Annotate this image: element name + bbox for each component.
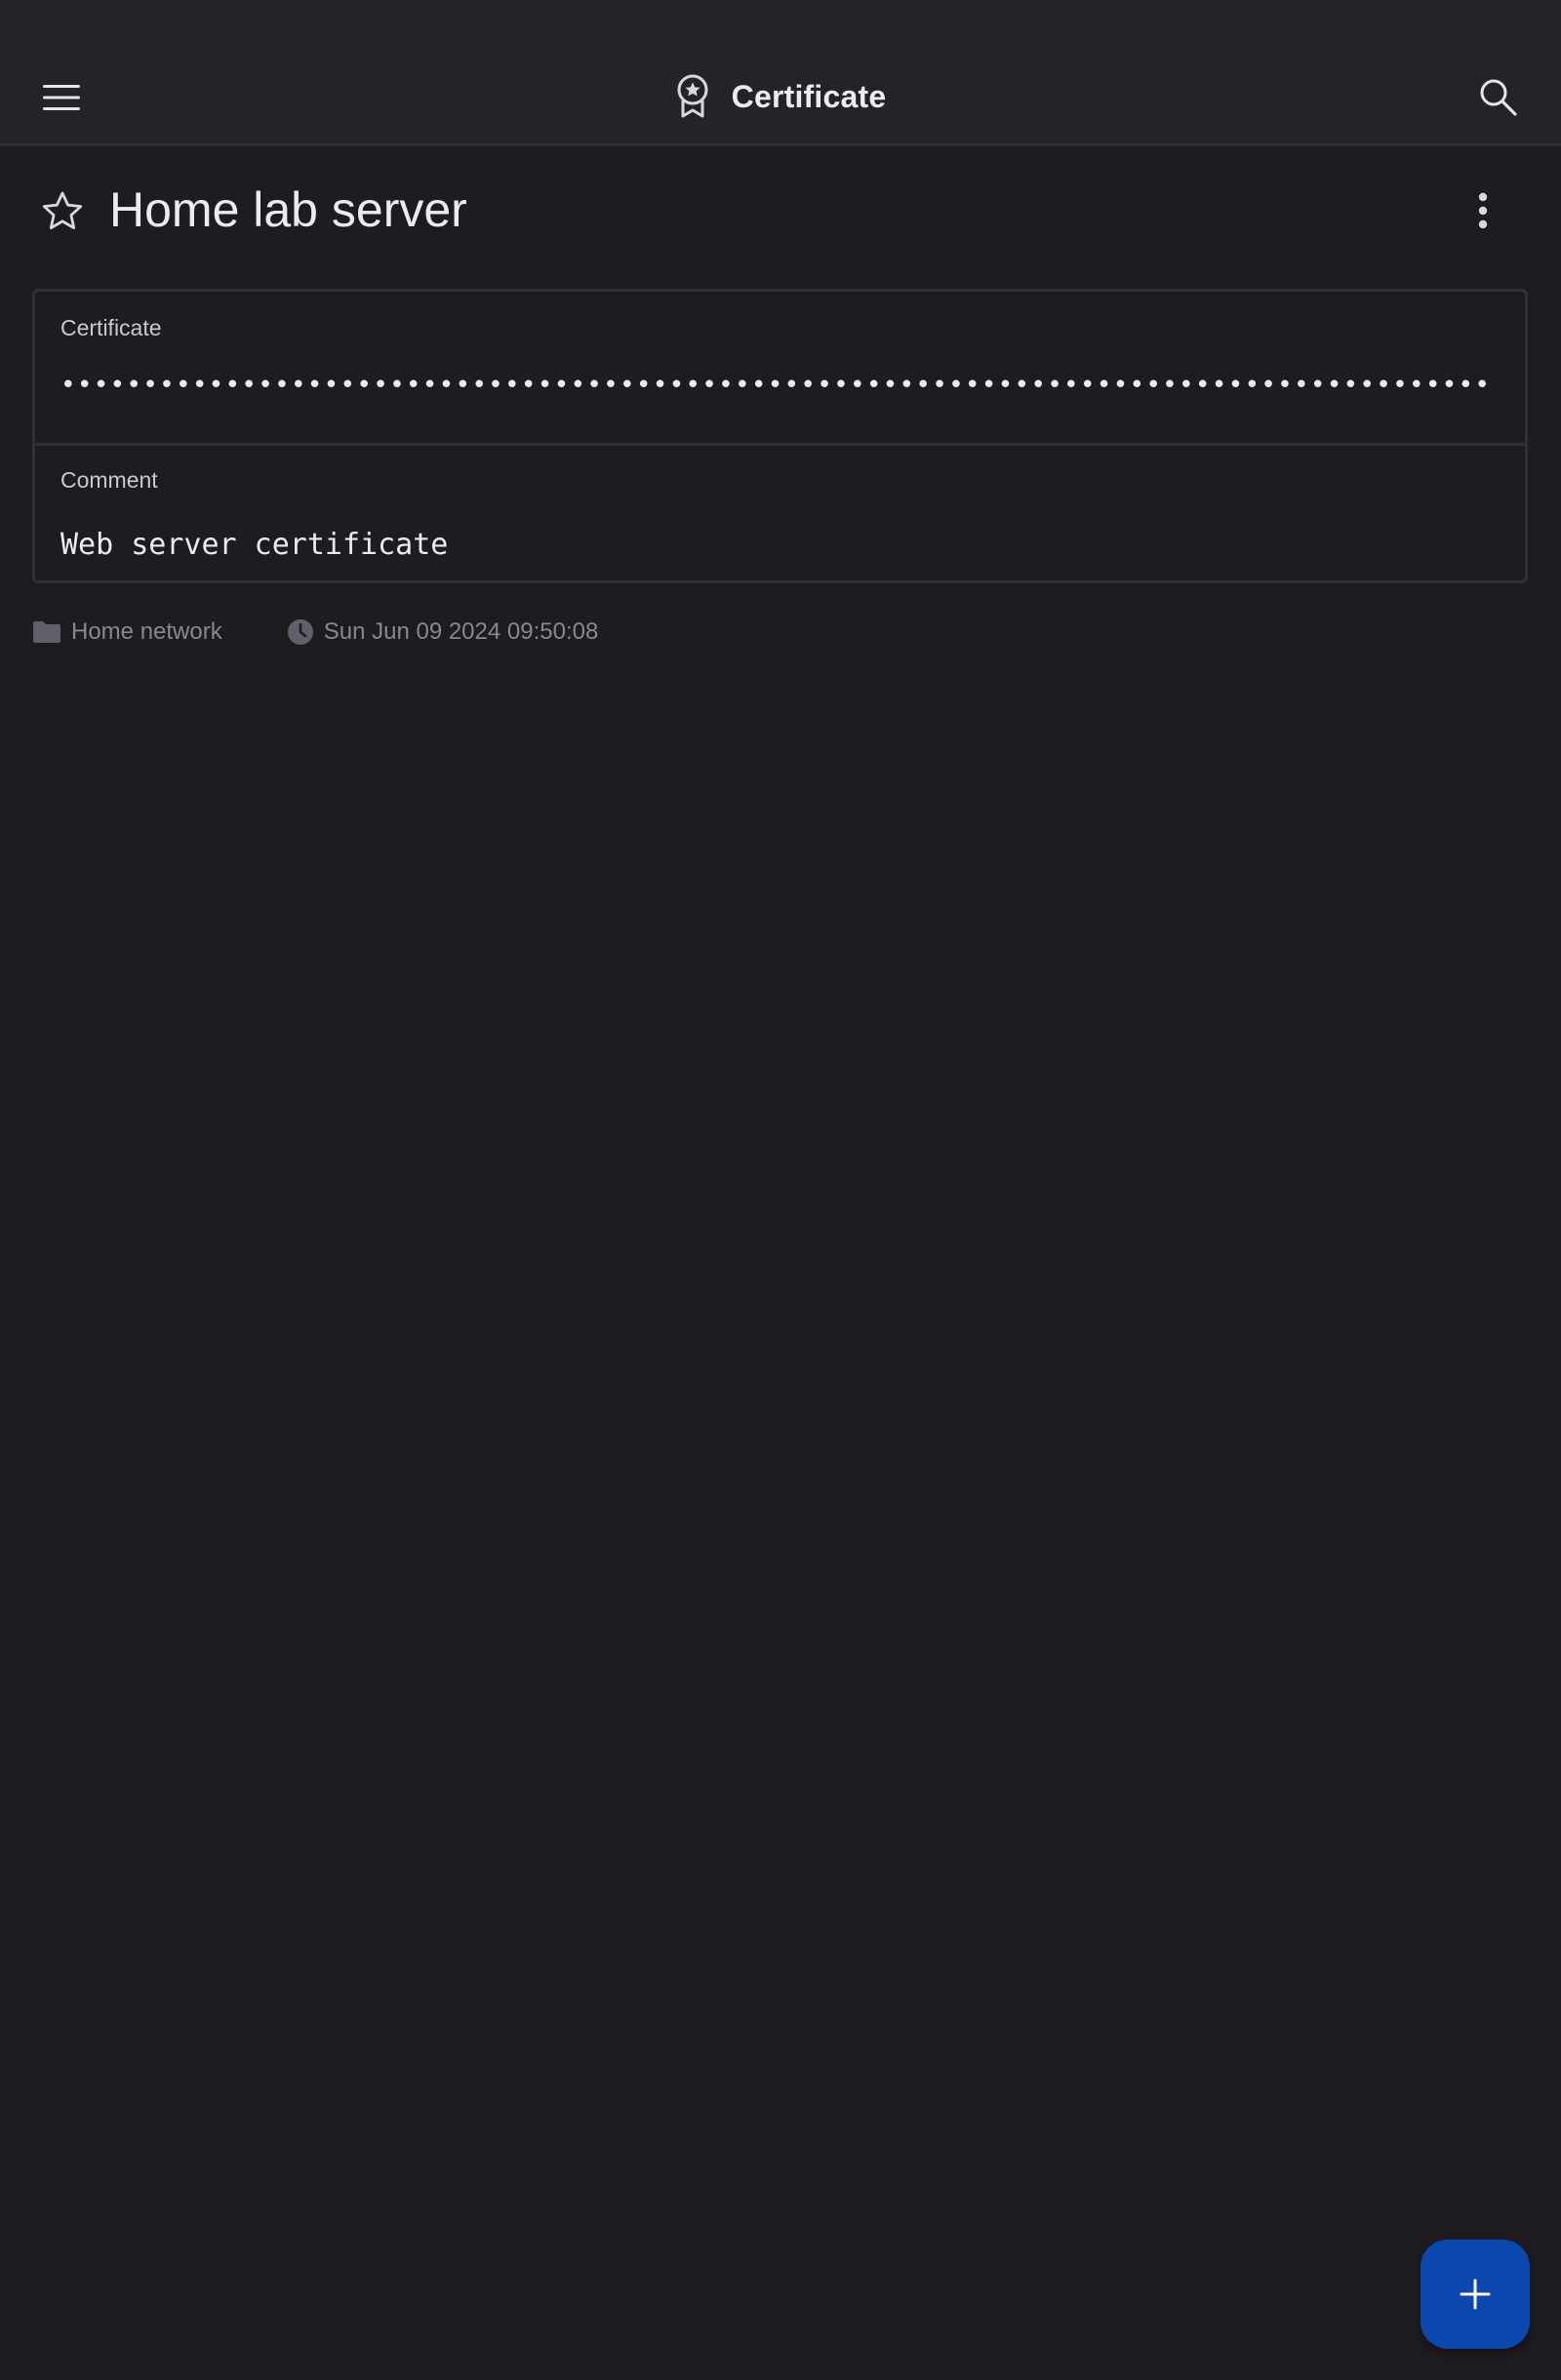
clock-icon <box>287 619 313 645</box>
app-title: Certificate <box>731 78 887 114</box>
search-icon <box>1480 79 1517 116</box>
certificate-field[interactable]: Certificate ••••••••••••••••••••••••••••… <box>35 292 1525 446</box>
plus-icon <box>1460 2279 1491 2310</box>
more-options-button[interactable] <box>1456 183 1510 238</box>
comment-field[interactable]: Comment Web server certificate <box>35 446 1525 583</box>
folder-icon <box>33 621 60 643</box>
fields-card: Certificate ••••••••••••••••••••••••••••… <box>32 289 1528 583</box>
modified-date: Sun Jun 09 2024 09:50:08 <box>323 618 599 645</box>
entry-metadata: Home network Sun Jun 09 2024 09:50:08 <box>32 613 598 652</box>
search-button[interactable] <box>1460 60 1538 135</box>
page: Certificate Home lab server Certificate <box>0 0 1561 2380</box>
modified-timestamp: Sun Jun 09 2024 09:50:08 <box>287 618 599 646</box>
certificate-field-label: Certificate <box>60 315 162 340</box>
app-bar: Certificate <box>0 0 1561 146</box>
app-title-group: Certificate <box>0 72 1561 121</box>
certificate-badge-icon <box>677 74 708 118</box>
favorite-button[interactable] <box>35 183 90 238</box>
comment-field-value: Web server certificate <box>60 528 449 562</box>
entry-title: Home lab server <box>109 182 467 237</box>
entry-header: Home lab server <box>0 166 1561 256</box>
add-entry-fab[interactable] <box>1421 2240 1530 2349</box>
more-vertical-icon <box>1478 192 1488 229</box>
comment-field-label: Comment <box>60 467 158 493</box>
star-outline-icon <box>42 191 83 229</box>
folder-name: Home network <box>71 618 222 645</box>
folder-link[interactable]: Home network <box>32 618 222 646</box>
certificate-masked-value: ••••••••••••••••••••••••••••••••••••••••… <box>60 374 1492 397</box>
